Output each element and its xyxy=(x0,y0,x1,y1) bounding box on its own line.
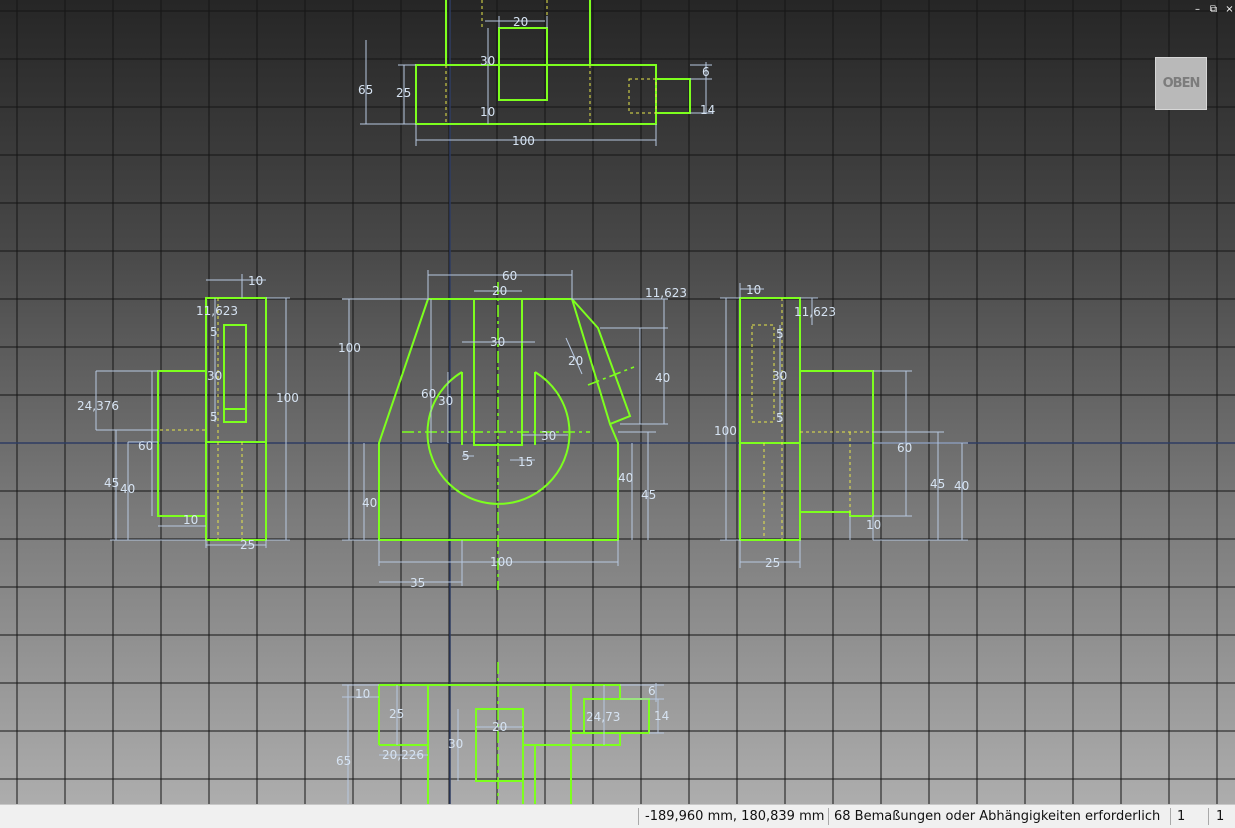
dim-label: 5 xyxy=(776,411,784,425)
dim-label: 30 xyxy=(438,394,453,408)
dim-label: 20 xyxy=(492,284,507,298)
dim-label: 11,623 xyxy=(196,304,238,318)
dim-label: 14 xyxy=(654,709,669,723)
dim-label: 65 xyxy=(358,83,373,97)
dim-label: 20 xyxy=(513,15,528,29)
status-separator xyxy=(1170,808,1171,825)
window-controls: – ⧉ × xyxy=(1192,4,1235,16)
dim-label: 100 xyxy=(276,391,299,405)
dim-label: 11,623 xyxy=(645,286,687,300)
dim-label: 20,226 xyxy=(382,748,424,762)
dim-label: 15 xyxy=(518,455,533,469)
dim-label: 45 xyxy=(641,488,656,502)
dim-label: 10 xyxy=(248,274,263,288)
dim-label: 25 xyxy=(389,707,404,721)
dim-label: 5 xyxy=(210,325,218,339)
dim-label: 100 xyxy=(714,424,737,438)
sketch-canvas[interactable]: 20 30 10 65 25 6 14 100 10 11,623 5 30 5… xyxy=(0,0,1235,804)
dim-label: 10 xyxy=(746,283,761,297)
dim-label: 30 xyxy=(207,369,222,383)
dim-label: 5 xyxy=(462,449,470,463)
dim-label: 60 xyxy=(502,269,517,283)
dim-label: 60 xyxy=(138,439,153,453)
left-view[interactable]: 10 11,623 5 30 5 24,376 100 60 45 40 10 … xyxy=(77,274,299,552)
dim-label: 35 xyxy=(410,576,425,590)
dim-label: 20 xyxy=(492,720,507,734)
minimize-icon[interactable]: – xyxy=(1192,4,1203,16)
dim-label: 100 xyxy=(338,341,361,355)
sketch-geometry: 20 30 10 65 25 6 14 100 10 11,623 5 30 5… xyxy=(0,0,1235,804)
dim-label: 30 xyxy=(448,737,463,751)
dim-label: 25 xyxy=(396,86,411,100)
dim-label: 40 xyxy=(954,479,969,493)
dim-label: 10 xyxy=(355,687,370,701)
dim-label: 45 xyxy=(104,476,119,490)
dim-label: 30 xyxy=(480,54,495,68)
status-count-a: 1 xyxy=(1177,809,1186,824)
dim-label: 40 xyxy=(120,482,135,496)
status-separator xyxy=(638,808,639,825)
dim-label: 24,376 xyxy=(77,399,119,413)
dim-label: 6 xyxy=(702,65,710,79)
dim-label: 25 xyxy=(240,538,255,552)
dim-label: 65 xyxy=(336,754,351,768)
status-separator xyxy=(1208,808,1209,825)
dim-label: 40 xyxy=(362,496,377,510)
top-view[interactable]: 20 30 10 65 25 6 14 100 xyxy=(358,0,715,148)
restore-icon[interactable]: ⧉ xyxy=(1208,4,1219,16)
dim-label: 100 xyxy=(490,555,513,569)
dim-label: 14 xyxy=(700,103,715,117)
dim-label: 11,623 xyxy=(794,305,836,319)
dim-label: 10 xyxy=(183,513,198,527)
dim-label: 40 xyxy=(655,371,670,385)
dim-label: 6 xyxy=(648,684,656,698)
dim-label: 25 xyxy=(765,556,780,570)
cursor-coordinates: -189,960 mm, 180,839 mm xyxy=(645,809,825,824)
status-bar: -189,960 mm, 180,839 mm 68 Bemaßungen od… xyxy=(0,804,1235,828)
dim-label: 5 xyxy=(776,327,784,341)
view-cube-top-face[interactable]: OBEN xyxy=(1155,57,1207,110)
dim-label: 30 xyxy=(490,335,505,349)
dim-label: 20 xyxy=(568,354,583,368)
dim-label: 10 xyxy=(866,518,881,532)
right-view[interactable]: 10 11,623 5 30 5 100 60 45 40 10 25 xyxy=(714,283,969,570)
dim-label: 24,73 xyxy=(586,710,620,724)
dim-label: 40 xyxy=(618,471,633,485)
dim-label: 60 xyxy=(421,387,436,401)
dim-label: 30 xyxy=(541,429,556,443)
dim-label: 100 xyxy=(512,134,535,148)
bottom-view[interactable]: 10 25 20,226 30 20 65 6 24,73 14 xyxy=(336,662,669,804)
close-icon[interactable]: × xyxy=(1224,4,1235,16)
dim-label: 30 xyxy=(772,369,787,383)
dim-label: 45 xyxy=(930,477,945,491)
front-view[interactable]: 60 20 11,623 30 20 40 100 60 30 30 5 15 … xyxy=(338,269,687,590)
dim-label: 5 xyxy=(210,410,218,424)
status-count-b: 1 xyxy=(1216,809,1225,824)
dim-label: 10 xyxy=(480,105,495,119)
constraint-status-message: 68 Bemaßungen oder Abhängigkeiten erford… xyxy=(834,809,1161,824)
